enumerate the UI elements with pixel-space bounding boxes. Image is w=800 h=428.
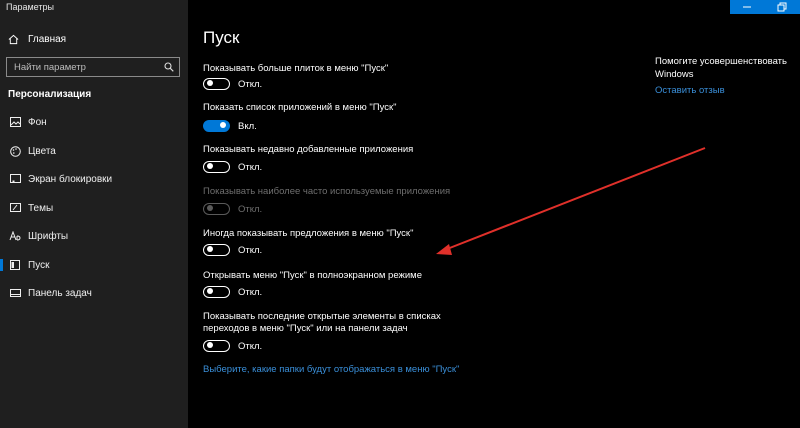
annotation-arrow xyxy=(436,147,706,255)
